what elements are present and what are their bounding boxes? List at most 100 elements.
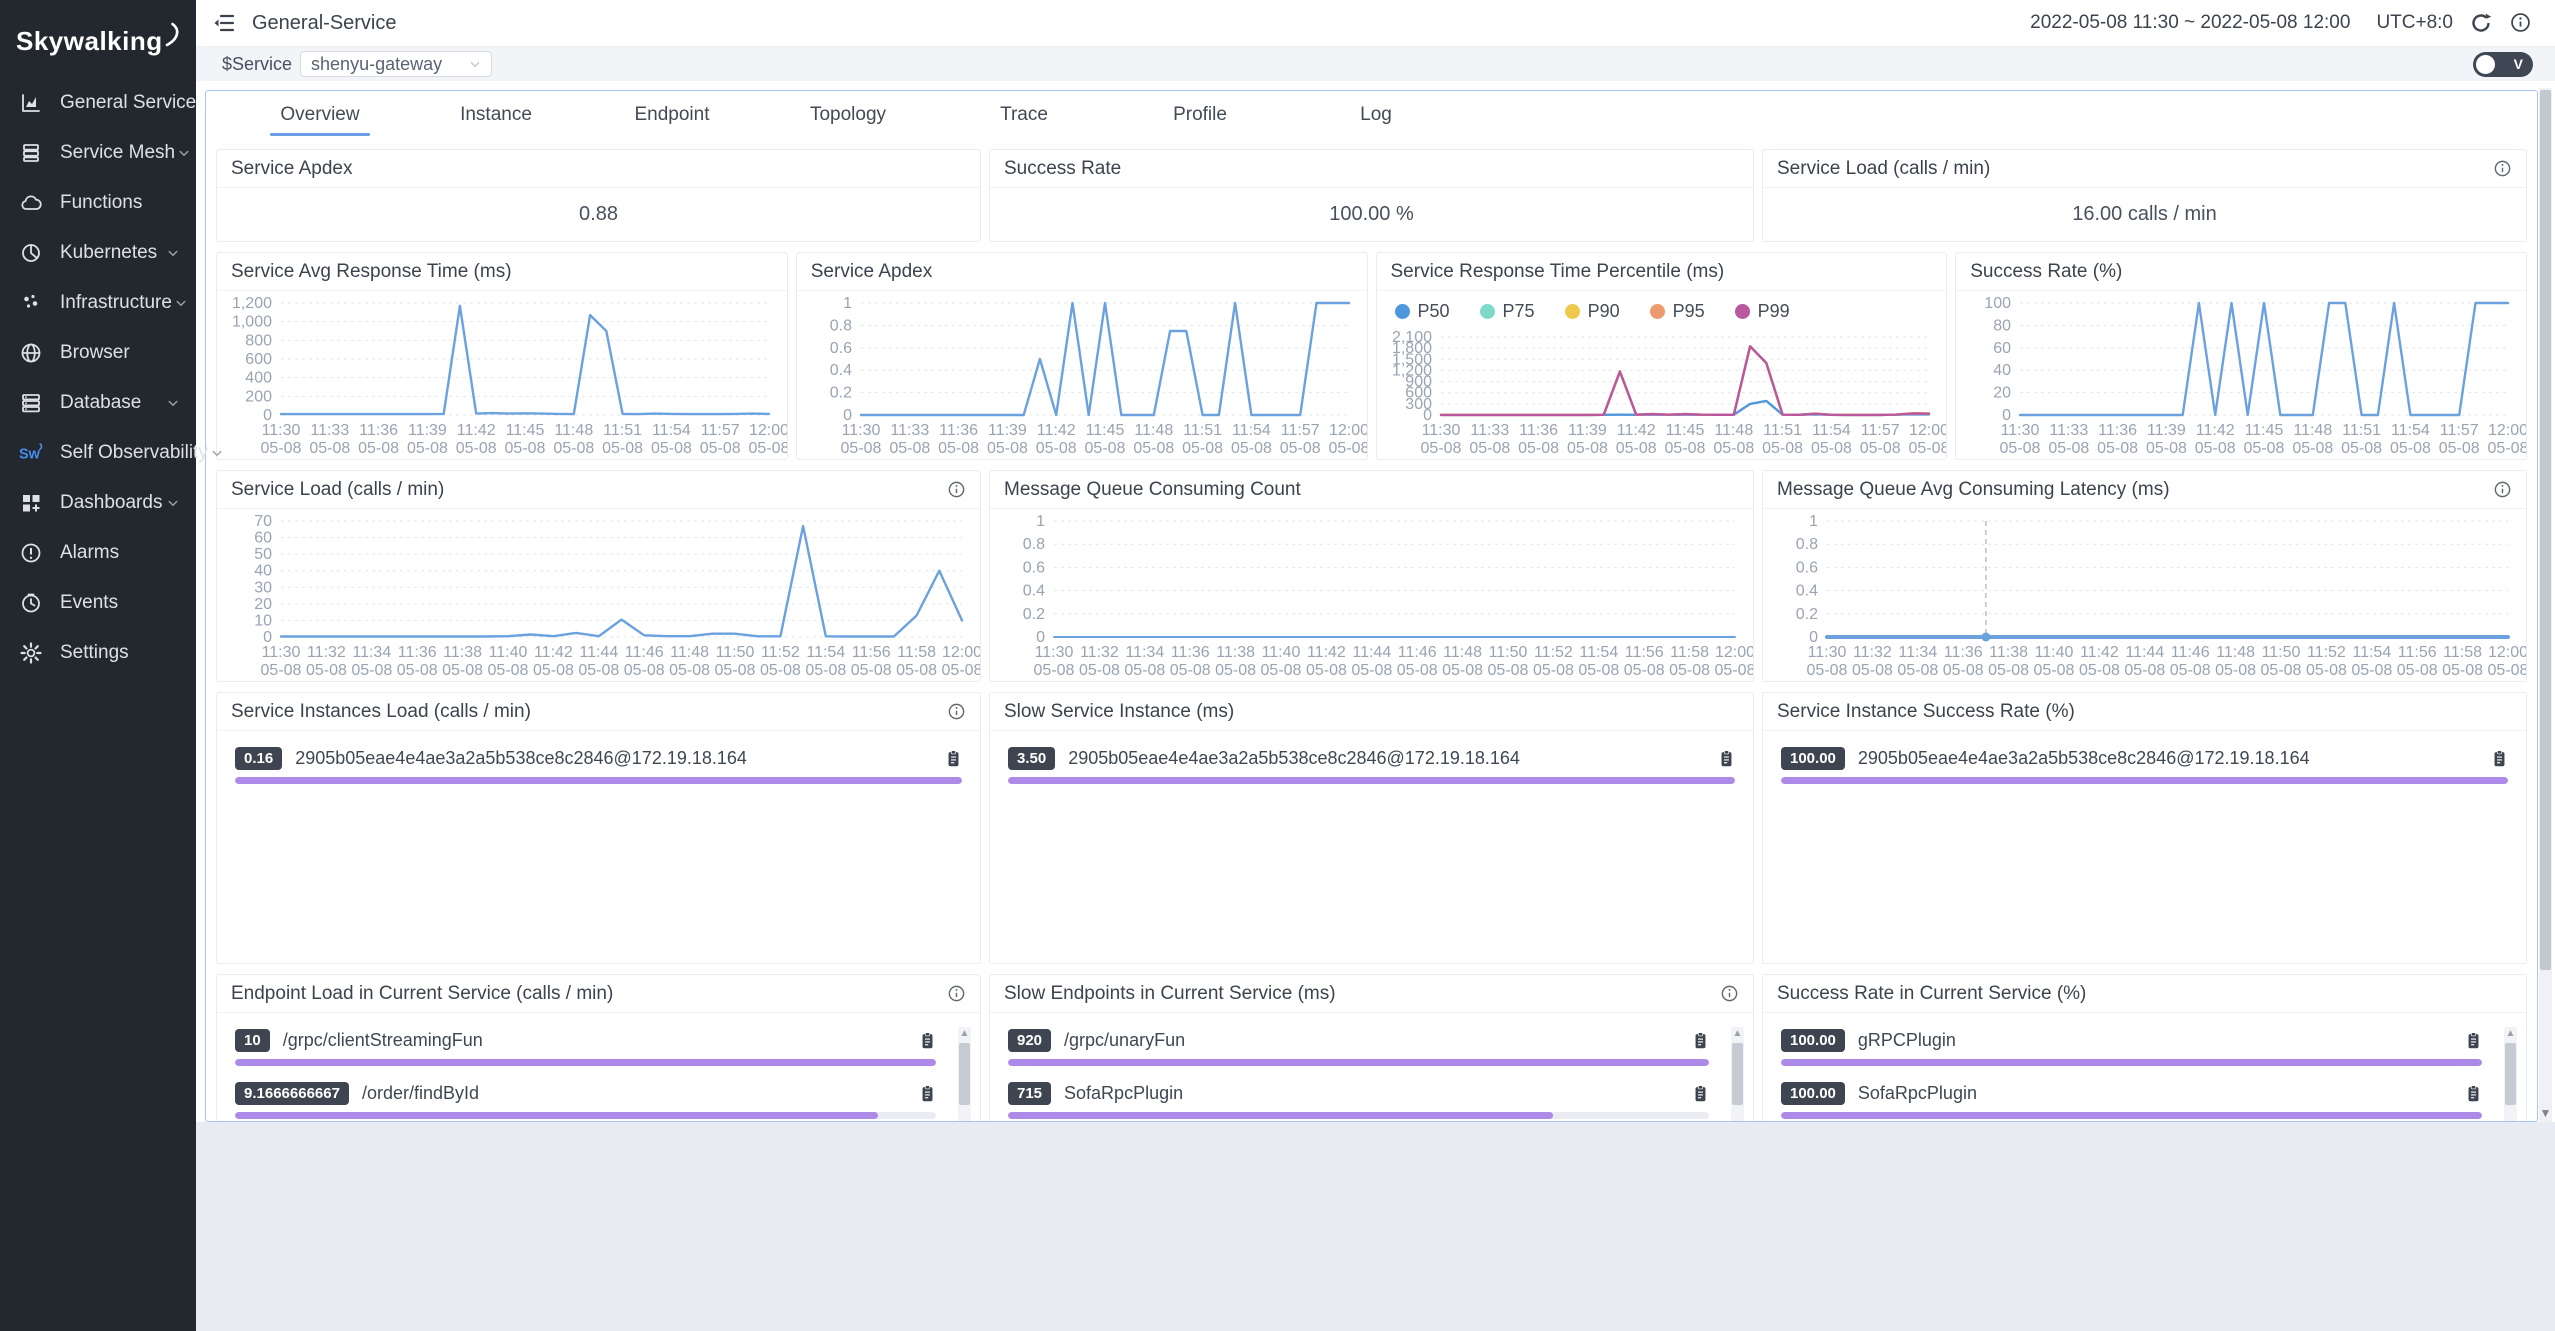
sidebar-item-functions[interactable]: Functions [0,178,196,228]
metric-bar [1781,1112,2482,1119]
svg-text:12:00: 12:00 [1715,644,1753,661]
item-name[interactable]: /order/findById [362,1083,909,1104]
page-scrollbar[interactable]: ▼ [2539,88,2552,1122]
svg-text:05-08: 05-08 [987,440,1028,457]
legend-item-p75[interactable]: P75 [1480,301,1535,322]
legend-item-p99[interactable]: P99 [1735,301,1790,322]
list-item-row: 100.00gRPCPlugin [1781,1029,2482,1052]
scrollbar-thumb[interactable] [1732,1043,1743,1105]
time-range-picker[interactable]: 2022-05-08 11:30 ~ 2022-05-08 12:00 [2030,12,2350,34]
sidebar: Skywalking General ServiceService MeshFu… [0,0,196,1331]
sidebar-item-self-observability[interactable]: SwSelf Observability [0,428,196,478]
copy-icon[interactable] [1692,1084,1709,1103]
svg-text:11:40: 11:40 [2035,644,2074,661]
tab-log[interactable]: Log [1288,91,1464,139]
copy-icon[interactable] [919,1084,936,1103]
sidebar-item-general-service[interactable]: General Service [0,78,196,128]
sidebar-item-infrastructure[interactable]: Infrastructure [0,278,196,328]
scroll-up-icon[interactable]: ▲ [2504,1027,2517,1041]
svg-text:11:45: 11:45 [1665,422,1704,439]
list-scrollbar[interactable]: ▲ [958,1027,971,1122]
svg-text:05-08: 05-08 [2244,440,2285,457]
sidebar-item-events[interactable]: Events [0,578,196,628]
svg-text:11:34: 11:34 [1125,644,1164,661]
svg-text:11:50: 11:50 [716,644,755,661]
svg-text:0.2: 0.2 [1023,606,1045,623]
sidebar-item-service-mesh[interactable]: Service Mesh [0,128,196,178]
svg-text:05-08: 05-08 [1469,440,1510,457]
list-item: 100.002905b05eae4e4ae3a2a5b538ce8c2846@1… [1781,747,2508,784]
sidebar-item-alarms[interactable]: Alarms [0,528,196,578]
service-select[interactable]: shenyu-gateway [300,51,492,77]
info-icon[interactable] [2493,159,2512,178]
stat-card-service-load: Service Load (calls / min) 16.00 calls /… [1762,149,2527,242]
auto-refresh-toggle[interactable]: V [2473,52,2533,77]
legend-item-p50[interactable]: P50 [1395,301,1450,322]
scrollbar-thumb[interactable] [959,1043,970,1105]
sidebar-item-kubernetes[interactable]: Kubernetes [0,228,196,278]
svg-text:11:52: 11:52 [2307,644,2346,661]
list-scrollbar[interactable]: ▲ [2504,1027,2517,1122]
svg-text:05-08: 05-08 [1713,440,1754,457]
svg-text:11:44: 11:44 [579,644,618,661]
svg-text:11:30: 11:30 [262,644,301,661]
info-icon[interactable] [2509,11,2533,35]
tab-topology[interactable]: Topology [760,91,936,139]
info-icon[interactable] [947,480,966,499]
sidebar-item-settings[interactable]: Settings [0,628,196,678]
item-name[interactable]: 2905b05eae4e4ae3a2a5b538ce8c2846@172.19.… [1858,748,2481,769]
tab-trace[interactable]: Trace [936,91,1112,139]
svg-text:11:48: 11:48 [2294,422,2333,439]
list-scrollbar[interactable]: ▲ [1731,1027,1744,1122]
item-name[interactable]: /grpc/clientStreamingFun [283,1030,909,1051]
sidebar-item-database[interactable]: Database [0,378,196,428]
scrollbar-thumb[interactable] [2505,1043,2516,1105]
copy-icon[interactable] [919,1031,936,1050]
sidebar-collapse-icon[interactable] [212,11,238,35]
tab-endpoint[interactable]: Endpoint [584,91,760,139]
sidebar-item-dashboards[interactable]: Dashboards [0,478,196,528]
sidebar-nav: General ServiceService MeshFunctionsKube… [0,78,196,678]
copy-icon[interactable] [1718,749,1735,768]
tab-profile[interactable]: Profile [1112,91,1288,139]
svg-text:05-08: 05-08 [1170,662,1211,679]
refresh-icon[interactable] [2469,11,2493,35]
scroll-up-icon[interactable]: ▲ [1731,1027,1744,1041]
alert-circle-icon [18,541,44,565]
svg-text:12:00: 12:00 [942,644,980,661]
info-icon[interactable] [2493,480,2512,499]
info-icon[interactable] [947,702,966,721]
metric-bar-track [235,777,962,784]
copy-icon[interactable] [945,749,962,768]
svg-text:12:00: 12:00 [2488,644,2526,661]
scroll-down-icon[interactable]: ▼ [2539,1106,2552,1120]
legend-item-p95[interactable]: P95 [1650,301,1705,322]
sidebar-item-label: Dashboards [60,492,164,514]
svg-text:05-08: 05-08 [2306,662,2347,679]
item-name[interactable]: 2905b05eae4e4ae3a2a5b538ce8c2846@172.19.… [1068,748,1708,769]
item-name[interactable]: SofaRpcPlugin [1858,1083,2455,1104]
tab-overview[interactable]: Overview [232,91,408,139]
item-name[interactable]: /grpc/unaryFun [1064,1030,1682,1051]
svg-text:05-08: 05-08 [2146,440,2187,457]
copy-icon[interactable] [2465,1084,2482,1103]
legend-dot [1395,304,1410,319]
sidebar-item-browser[interactable]: Browser [0,328,196,378]
copy-icon[interactable] [1692,1031,1709,1050]
scrollbar-thumb[interactable] [2540,90,2551,970]
list-item-row: 715SofaRpcPlugin [1008,1082,1709,1105]
item-name[interactable]: gRPCPlugin [1858,1030,2455,1051]
info-icon[interactable] [1720,984,1739,1003]
tab-instance[interactable]: Instance [408,91,584,139]
item-name[interactable]: SofaRpcPlugin [1064,1083,1682,1104]
legend-dot [1565,304,1580,319]
legend-item-p90[interactable]: P90 [1565,301,1620,322]
info-icon[interactable] [947,984,966,1003]
svg-text:60: 60 [1993,340,2011,357]
item-name[interactable]: 2905b05eae4e4ae3a2a5b538ce8c2846@172.19.… [295,748,935,769]
svg-text:05-08: 05-08 [1897,662,1938,679]
copy-icon[interactable] [2491,749,2508,768]
scroll-up-icon[interactable]: ▲ [958,1027,971,1041]
copy-icon[interactable] [2465,1031,2482,1050]
app-logo[interactable]: Skywalking [0,0,196,64]
